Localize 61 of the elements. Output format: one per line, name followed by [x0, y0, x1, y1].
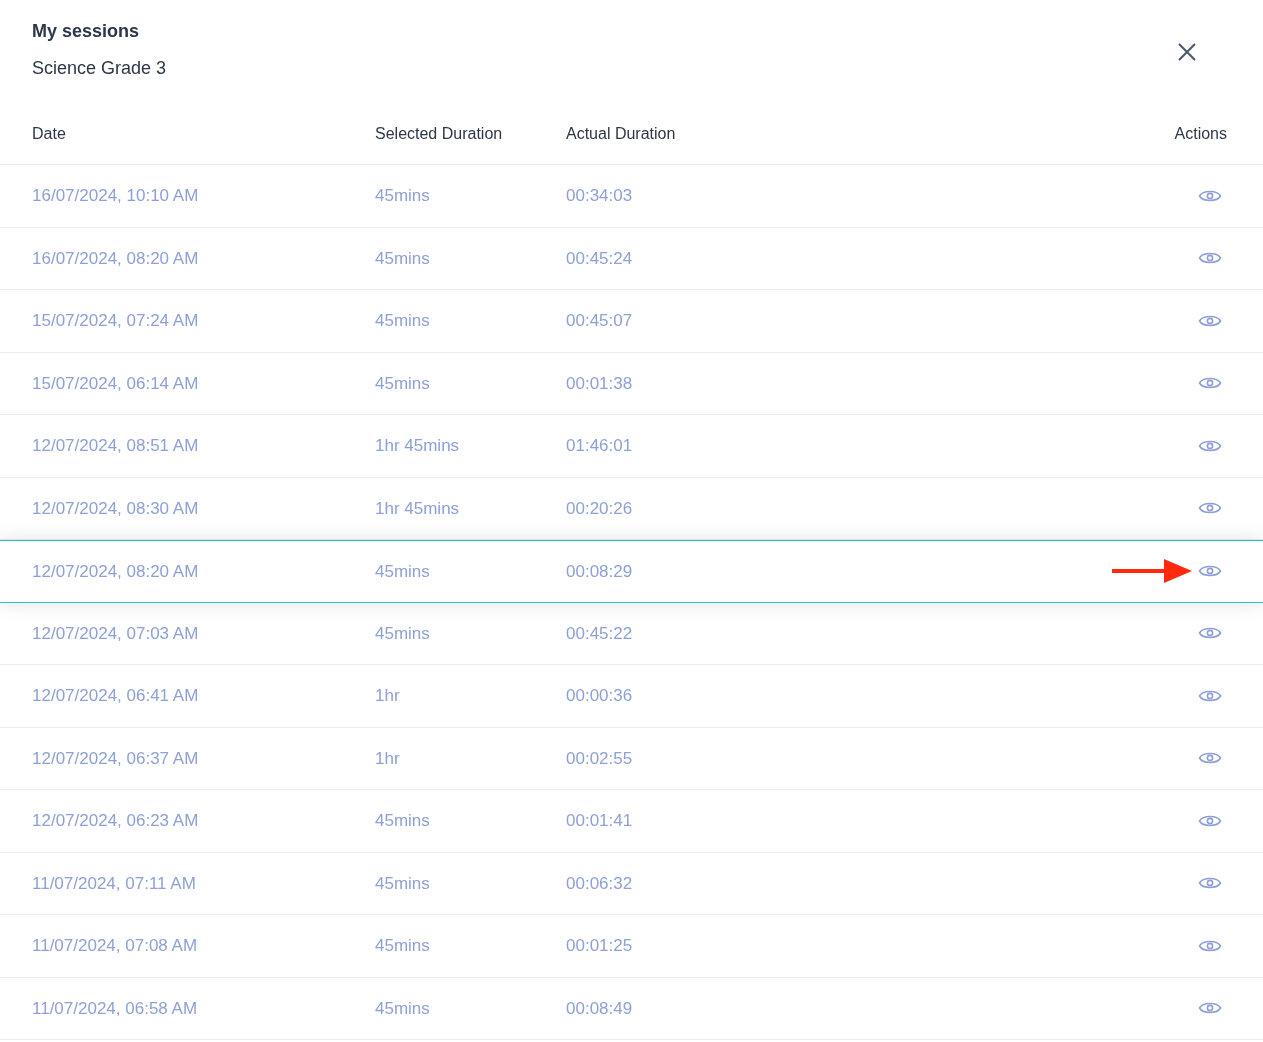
duration-cell-text: 00:20:26 [566, 497, 633, 520]
duration-cell-text: 45mins [375, 247, 431, 270]
table-row[interactable]: 12/07/2024, 08:20 AM 45mins 00:08:29 [0, 540, 1263, 603]
date-cell-text: 11/07/2024, 07:11 AM [32, 872, 197, 895]
table-row[interactable]: 11/07/2024, 06:58 AM 45mins 00:08:49 [0, 977, 1263, 1040]
table-row[interactable]: 12/07/2024, 06:37 AM 1hr 00:02:55 [0, 727, 1263, 790]
duration-cell-text: 01:46:01 [566, 435, 633, 457]
duration-cell-text: 45mins [375, 872, 431, 895]
modal-title: My sessions [32, 20, 141, 43]
duration-cell-text: 00:01:41 [566, 810, 633, 832]
column-header: Actual Duration [566, 123, 676, 144]
table-row[interactable]: 16/07/2024, 08:20 AM 45mins 00:45:24 [0, 227, 1263, 290]
date-cell-text: 11/07/2024, 06:58 AM [32, 997, 199, 1020]
duration-cell-text: 00:01:25 [566, 935, 633, 957]
date-cell-text: 15/07/2024, 07:24 AM [32, 310, 200, 332]
duration-cell-text: 00:45:07 [566, 310, 633, 332]
duration-cell-text: 45mins [375, 622, 431, 645]
table-row[interactable]: 11/07/2024, 07:11 AM 45mins 00:06:32 [0, 852, 1263, 915]
duration-cell-text: 00:00:36 [566, 685, 633, 707]
date-cell-text: 16/07/2024, 10:10 AM [32, 185, 200, 207]
table-row[interactable]: 12/07/2024, 06:23 AM 45mins 00:01:41 [0, 790, 1263, 853]
duration-cell-text: 45mins [375, 560, 431, 583]
duration-cell-text: 45mins [375, 935, 431, 957]
duration-cell-text: 00:45:24 [566, 247, 633, 270]
table-row[interactable]: 15/07/2024, 06:14 AM 45mins 00:01:38 [0, 352, 1263, 415]
column-header: Actions [1174, 123, 1227, 144]
column-header: Date [32, 123, 67, 144]
duration-cell-text: 45mins [375, 810, 431, 832]
duration-cell-text: 45mins [375, 372, 431, 395]
date-cell-text: 11/07/2024, 07:08 AM [32, 935, 199, 957]
duration-cell-text: 00:34:03 [566, 185, 633, 207]
table-row[interactable]: 12/07/2024, 08:51 AM 1hr 45mins 01:46:01 [0, 415, 1263, 478]
duration-cell-text: 45mins [375, 997, 431, 1020]
duration-cell-text: 1hr 45mins [375, 497, 461, 520]
table-row[interactable]: 12/07/2024, 07:03 AM 45mins 00:45:22 [0, 602, 1263, 665]
date-cell-text: 12/07/2024, 06:23 AM [32, 810, 200, 832]
table-row[interactable]: 16/07/2024, 10:10 AM 45mins 00:34:03 [0, 165, 1263, 228]
table-row[interactable]: 15/07/2024, 07:24 AM 45mins 00:45:07 [0, 290, 1263, 353]
duration-cell-text: 00:06:32 [566, 872, 633, 895]
date-cell-text: 12/07/2024, 08:20 AM [32, 560, 200, 583]
duration-cell-text: 1hr 45mins [375, 435, 461, 457]
date-cell-text: 15/07/2024, 06:14 AM [32, 372, 200, 395]
table-row[interactable]: 12/07/2024, 06:41 AM 1hr 00:00:36 [0, 665, 1263, 728]
duration-cell-text: 1hr [375, 685, 401, 707]
duration-cell-text: 00:08:49 [566, 997, 633, 1020]
date-cell-text: 16/07/2024, 08:20 AM [32, 247, 200, 270]
duration-cell-text: 00:45:22 [566, 622, 633, 645]
column-header: Selected Duration [375, 123, 504, 144]
duration-cell-text: 1hr [375, 747, 401, 770]
table-row[interactable]: 11/07/2024, 07:08 AM 45mins 00:01:25 [0, 915, 1263, 978]
duration-cell-text: 45mins [375, 310, 431, 332]
date-cell-text: 12/07/2024, 08:51 AM [32, 435, 200, 457]
duration-cell-text: 00:01:38 [566, 372, 633, 395]
modal-subtitle: Science Grade 3 [32, 57, 167, 80]
date-cell-text: 12/07/2024, 06:37 AM [32, 747, 200, 770]
duration-cell-text: 00:08:29 [566, 560, 633, 583]
duration-cell-text: 45mins [375, 185, 431, 207]
duration-cell-text: 00:02:55 [566, 747, 633, 770]
date-cell-text: 12/07/2024, 06:41 AM [32, 685, 200, 707]
date-cell-text: 12/07/2024, 08:30 AM [32, 497, 200, 520]
date-cell-text: 12/07/2024, 07:03 AM [32, 622, 200, 645]
